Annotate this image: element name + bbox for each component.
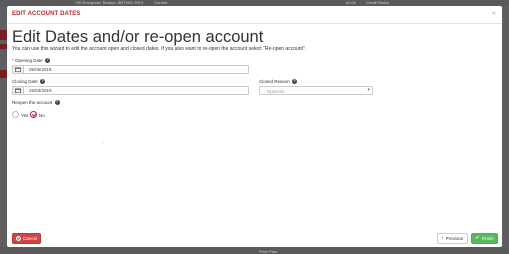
opening-date-input[interactable]: 05/05/2018 [29, 67, 52, 72]
closing-date-label: Closing Date ? [12, 79, 46, 85]
finish-button[interactable]: ✔ Finish [471, 233, 498, 244]
help-icon[interactable]: ? [40, 79, 46, 85]
chevron-left-icon: ‹ [441, 235, 444, 241]
calendar-icon[interactable] [13, 87, 24, 94]
background-status: Current [154, 0, 168, 5]
reopen-no-radio[interactable] [30, 111, 37, 118]
page-title: Edit Dates and/or re-open account [12, 28, 264, 46]
closing-date-field[interactable]: 25/03/2019 [12, 86, 249, 95]
help-icon[interactable]: ? [45, 58, 51, 64]
required-mark: * [12, 58, 14, 63]
background-sidebar [0, 30, 7, 230]
closed-reason-placeholder: - Optional - [264, 88, 287, 94]
ban-icon [15, 236, 21, 241]
chevron-down-icon: ▾ [367, 87, 370, 93]
closing-date-input[interactable]: 25/03/2019 [29, 88, 52, 93]
closed-reason-label: Closed Reason ? [259, 79, 298, 85]
background-credit-status: Credit Status [366, 0, 390, 5]
opening-date-field[interactable]: 05/05/2018 [12, 65, 249, 74]
background-amount: £0.00 [346, 0, 357, 5]
wizard-description: You can use this wizard to edit the acco… [12, 46, 307, 52]
close-icon[interactable]: × [491, 9, 496, 18]
edit-account-dates-modal: EDIT ACCOUNT DATES × Edit Dates and/or r… [7, 6, 502, 247]
reopen-no-label[interactable]: No [39, 113, 45, 118]
reopen-label: Reopen the account ? [12, 100, 60, 106]
background-address: 790 Evergreen Terrace, BRTN01 2013 [75, 0, 144, 5]
closed-reason-select[interactable]: - Optional - ▾ [259, 86, 373, 95]
modal-header: EDIT ACCOUNT DATES × [7, 6, 502, 24]
help-icon[interactable]: ? [54, 100, 60, 106]
reopen-yes-label[interactable]: Yes [21, 113, 28, 118]
background-footer: Price Plan [0, 247, 509, 254]
reopen-yes-radio[interactable] [12, 111, 19, 118]
calendar-icon[interactable] [13, 66, 24, 73]
stray-mark: ⌄ [101, 139, 105, 144]
cancel-button[interactable]: Cancel [12, 233, 41, 244]
previous-button[interactable]: ‹ Previous [437, 233, 468, 244]
help-icon[interactable]: ? [292, 79, 298, 85]
opening-date-label: * Opening Date ? [12, 58, 51, 64]
check-icon: ✔ [475, 235, 480, 241]
modal-title: EDIT ACCOUNT DATES [12, 11, 81, 17]
background-price-plan: Price Plan [259, 249, 278, 254]
